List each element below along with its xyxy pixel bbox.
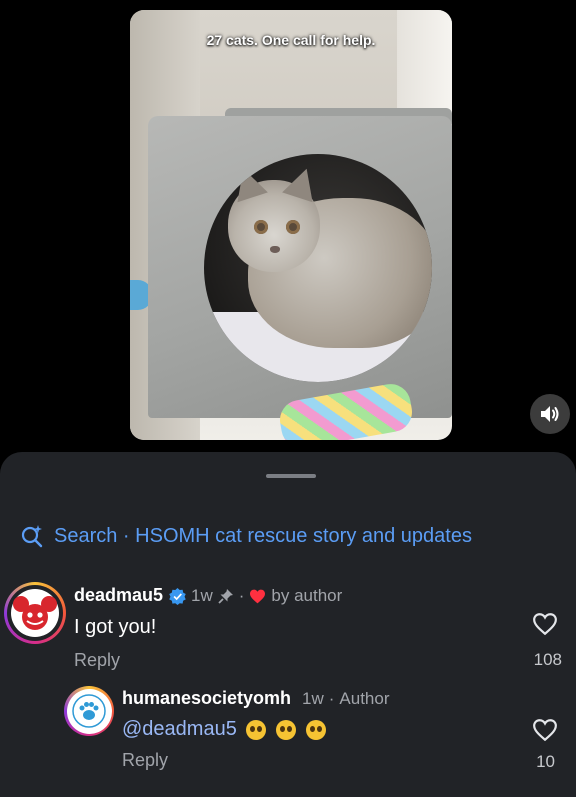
like-count: 108 [533, 650, 562, 669]
meta-separator: · [238, 586, 245, 605]
paw-logo-icon [72, 694, 106, 728]
verified-badge-icon [169, 587, 186, 605]
sheet-grab-handle[interactable] [266, 474, 316, 478]
cat-nose [270, 246, 280, 253]
comment-username[interactable]: deadmau5 [74, 585, 163, 606]
mention-link[interactable]: @deadmau5 [122, 718, 237, 740]
comment-username[interactable]: humanesocietyomh [122, 688, 291, 709]
like-count: 10 [536, 752, 555, 771]
like-heart-icon[interactable] [532, 718, 558, 742]
sparkle-search-icon [21, 525, 43, 548]
meta-separator: · [328, 689, 335, 708]
search-suggestion-text: Search · HSOMH cat rescue story and upda… [54, 524, 472, 547]
search-query: HSOMH cat rescue story and updates [135, 524, 472, 547]
video-caption: 27 cats. One call for help. [206, 32, 376, 48]
cat-eye [254, 220, 268, 234]
sound-toggle-button[interactable] [530, 394, 570, 434]
comment-time: 1w [191, 586, 213, 605]
flushed-face-emoji [246, 719, 267, 740]
comment-time: 1w [302, 689, 324, 708]
shushing-face-emoji [275, 719, 296, 740]
avatar-inner [66, 688, 112, 734]
comments-sheet: Search · HSOMH cat rescue story and upda… [0, 452, 576, 797]
cat-ear [282, 163, 322, 203]
comment-meta: 1w · by author [169, 586, 342, 606]
comment-text: @deadmau5 [122, 718, 326, 741]
comment-meta: 1w · Author [302, 689, 390, 709]
like-heart-icon[interactable] [532, 612, 558, 636]
reply-button[interactable]: Reply [74, 650, 120, 671]
heart-filled-icon [250, 589, 266, 603]
avatar-inner [7, 585, 63, 641]
mau5head-icon [11, 589, 59, 637]
speaker-icon [541, 406, 559, 422]
liked-by-author-label: by author [271, 586, 343, 605]
cat-head [228, 163, 322, 272]
author-label: Author [339, 689, 390, 708]
related-search-link[interactable]: Search · HSOMH cat rescue story and upda… [20, 524, 472, 548]
search-prefix: Search [54, 524, 118, 547]
avatar[interactable] [4, 582, 66, 644]
pleading-face-emoji [305, 719, 326, 740]
cat-eye [286, 220, 300, 234]
avatar[interactable] [64, 686, 114, 736]
pin-icon [218, 589, 233, 604]
comment-text: I got you! [74, 616, 157, 638]
reel-video[interactable]: 27 cats. One call for help. [130, 10, 452, 440]
reply-button[interactable]: Reply [122, 750, 168, 771]
cat-carrier-opening [204, 154, 432, 382]
